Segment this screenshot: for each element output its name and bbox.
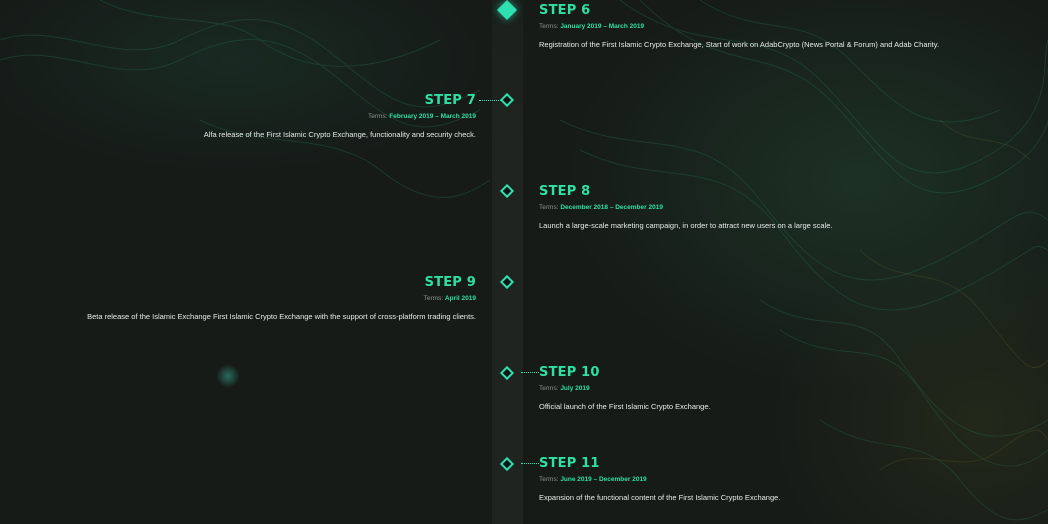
step-terms: Terms: January 2019 – March 2019 xyxy=(539,22,939,31)
step-title: STEP 7 xyxy=(424,93,476,108)
step-description: Registration of the First Islamic Crypto… xyxy=(539,40,940,49)
step-dates: April 2019 xyxy=(444,295,476,302)
timeline-connector xyxy=(521,463,539,464)
terms-label: Terms: xyxy=(423,295,444,302)
step-description: Official launch of the First Islamic Cry… xyxy=(539,402,711,411)
decorative-glow xyxy=(216,364,240,388)
step-title: STEP 8 xyxy=(539,184,591,199)
step-description: Launch a large-scale marketing campaign,… xyxy=(539,221,833,230)
step-terms: Terms: April 2019 xyxy=(87,294,476,303)
step-terms: Terms: July 2019 xyxy=(539,384,711,393)
step-dates: December 2018 – December 2019 xyxy=(560,204,663,211)
timeline-axis xyxy=(492,0,523,524)
timeline-step-10: STEP 10 Terms: July 2019 Official launch… xyxy=(539,365,711,412)
step-description: Expansion of the functional content of t… xyxy=(539,493,781,502)
timeline-step-6: STEP 6 Terms: January 2019 – March 2019 … xyxy=(539,3,939,50)
terms-label: Terms: xyxy=(367,113,388,120)
terms-label: Terms: xyxy=(539,385,559,392)
step-dates: January 2019 – March 2019 xyxy=(560,23,645,30)
step-terms: Terms: June 2019 – December 2019 xyxy=(539,475,780,484)
step-terms: Terms: December 2018 – December 2019 xyxy=(539,203,833,212)
timeline-connector xyxy=(479,100,501,101)
timeline-step-7: STEP 7 Terms: February 2019 – March 2019… xyxy=(204,93,476,140)
step-title: STEP 10 xyxy=(539,365,600,380)
timeline-step-9: STEP 9 Terms: April 2019 Beta release of… xyxy=(87,275,476,322)
terms-label: Terms: xyxy=(539,23,559,30)
step-title: STEP 9 xyxy=(424,275,476,290)
terms-label: Terms: xyxy=(539,476,559,483)
timeline-connector xyxy=(521,372,539,373)
step-dates: July 2019 xyxy=(560,385,590,392)
timeline-step-11: STEP 11 Terms: June 2019 – December 2019… xyxy=(539,456,780,503)
step-title: STEP 11 xyxy=(539,456,600,471)
step-description: Alfa release of the First Islamic Crypto… xyxy=(203,130,476,139)
roadmap-page: STEP 6 Terms: January 2019 – March 2019 … xyxy=(0,0,1048,524)
step-dates: June 2019 – December 2019 xyxy=(560,476,647,483)
step-title: STEP 6 xyxy=(539,3,591,18)
timeline-step-8: STEP 8 Terms: December 2018 – December 2… xyxy=(539,184,833,231)
step-description: Beta release of the Islamic Exchange Fir… xyxy=(87,312,476,321)
terms-label: Terms: xyxy=(539,204,559,211)
step-dates: February 2019 – March 2019 xyxy=(389,113,476,120)
topographic-background xyxy=(0,0,1048,521)
step-terms: Terms: February 2019 – March 2019 xyxy=(204,112,476,121)
